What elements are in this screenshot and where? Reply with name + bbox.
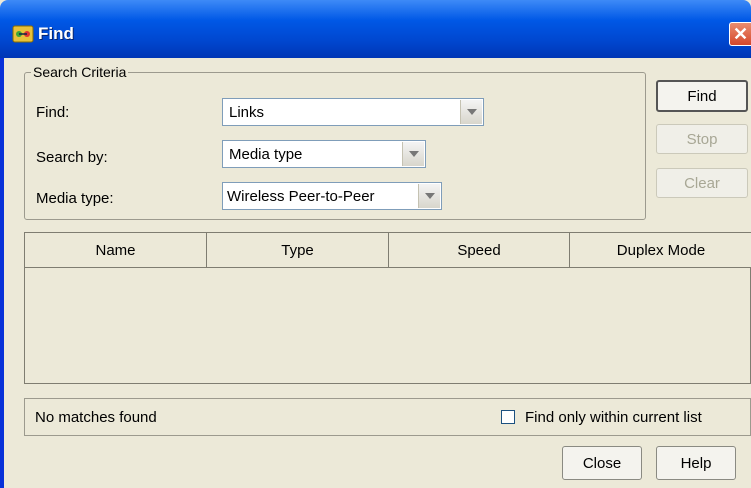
network-app-icon xyxy=(12,25,34,43)
status-message: No matches found xyxy=(35,409,157,426)
find-select-value: Links xyxy=(229,104,265,121)
chevron-down-icon[interactable] xyxy=(460,100,482,124)
find-only-current-list-checkbox[interactable] xyxy=(501,410,515,424)
close-button[interactable]: Close xyxy=(562,446,642,480)
window-left-border xyxy=(0,58,4,488)
title-bar[interactable]: Find ✕ xyxy=(0,0,751,58)
close-icon[interactable]: ✕ xyxy=(729,22,751,46)
column-header-name[interactable]: Name xyxy=(25,233,207,268)
clear-button-label: Clear xyxy=(684,174,720,192)
media-type-label: Media type: xyxy=(36,190,114,207)
column-header-speed[interactable]: Speed xyxy=(389,233,570,268)
find-button[interactable]: Find xyxy=(656,80,748,112)
clear-button[interactable]: Clear xyxy=(656,168,748,198)
status-bar: No matches found Find only within curren… xyxy=(24,398,751,436)
search-by-select[interactable]: Media type xyxy=(222,140,426,168)
help-button[interactable]: Help xyxy=(656,446,736,480)
find-label: Find: xyxy=(36,104,70,121)
find-dialog: Find ✕ Search Criteria Find: Links Searc… xyxy=(0,0,751,488)
media-type-select[interactable]: Wireless Peer-to-Peer xyxy=(222,182,442,210)
find-button-label: Find xyxy=(687,87,717,105)
stop-button-label: Stop xyxy=(686,130,718,148)
search-criteria-legend: Search Criteria xyxy=(33,64,127,80)
stop-button[interactable]: Stop xyxy=(656,124,748,154)
results-table[interactable]: Name Type Speed Duplex Mode xyxy=(24,232,751,384)
find-select[interactable]: Links xyxy=(222,98,484,126)
media-type-select-value: Wireless Peer-to-Peer xyxy=(227,188,375,205)
chevron-down-icon[interactable] xyxy=(418,184,440,208)
close-button-label: Close xyxy=(582,454,622,472)
help-button-label: Help xyxy=(680,454,712,472)
results-table-header: Name Type Speed Duplex Mode xyxy=(25,233,751,268)
search-by-label: Search by: xyxy=(36,149,108,166)
search-by-select-value: Media type xyxy=(229,146,303,163)
column-header-duplex-mode[interactable]: Duplex Mode xyxy=(570,233,751,268)
window-title: Find xyxy=(38,24,74,43)
find-only-current-list-label[interactable]: Find only within current list xyxy=(525,409,702,426)
chevron-down-icon[interactable] xyxy=(402,142,424,166)
column-header-type[interactable]: Type xyxy=(207,233,389,268)
